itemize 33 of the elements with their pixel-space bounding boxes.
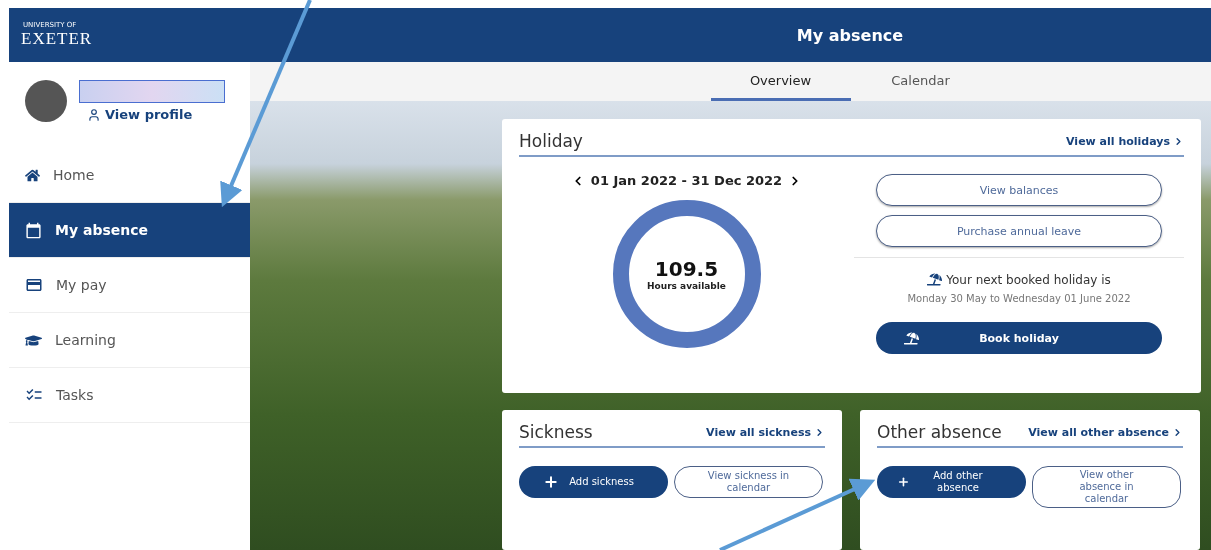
card-title: Other absence	[877, 422, 1002, 442]
period-text: 01 Jan 2022 - 31 Dec 2022	[590, 173, 783, 188]
chevron-right-icon	[1172, 426, 1183, 438]
nav-item[interactable]: My absence	[9, 203, 250, 258]
chevron-right-icon	[1173, 135, 1184, 147]
view-calendar-button[interactable]: View sickness in calendar	[674, 466, 823, 498]
view-all-link[interactable]: View all sickness	[706, 425, 825, 439]
next-holiday-label: Your next booked holiday is	[946, 272, 1111, 287]
user-icon	[87, 107, 101, 122]
add-button[interactable]: Add other absence	[877, 466, 1026, 498]
outline-button[interactable]: View balances	[876, 174, 1162, 206]
page-title: My absence	[795, 25, 905, 45]
card-icon	[25, 276, 43, 294]
view-all-link[interactable]: View all holidays	[1066, 134, 1184, 148]
outline-button[interactable]: Purchase annual leave	[876, 215, 1162, 247]
tab[interactable]: Calendar	[850, 62, 991, 101]
plus-icon	[897, 474, 910, 490]
home-icon	[25, 167, 40, 183]
view-profile-link[interactable]: View profile	[87, 107, 225, 122]
umbrella-icon	[927, 272, 943, 287]
hours-value: 109.5	[654, 257, 719, 281]
avatar	[25, 80, 67, 122]
view-all-link[interactable]: View all other absence	[1028, 425, 1183, 439]
add-button[interactable]: Add sickness	[519, 466, 668, 498]
card-title: Sickness	[519, 422, 593, 442]
umbrella-icon	[904, 330, 919, 346]
next-holiday-dates: Monday 30 May to Wednesday 01 June 2022	[907, 293, 1131, 304]
view-calendar-button[interactable]: View other absence in calendar	[1032, 466, 1181, 508]
book-holiday-button[interactable]: Book holiday	[876, 322, 1162, 354]
calendar-icon	[25, 221, 42, 239]
card-title: Holiday	[519, 131, 583, 151]
hours-label: Hours available	[647, 281, 726, 291]
chevron-right-icon	[814, 426, 825, 438]
